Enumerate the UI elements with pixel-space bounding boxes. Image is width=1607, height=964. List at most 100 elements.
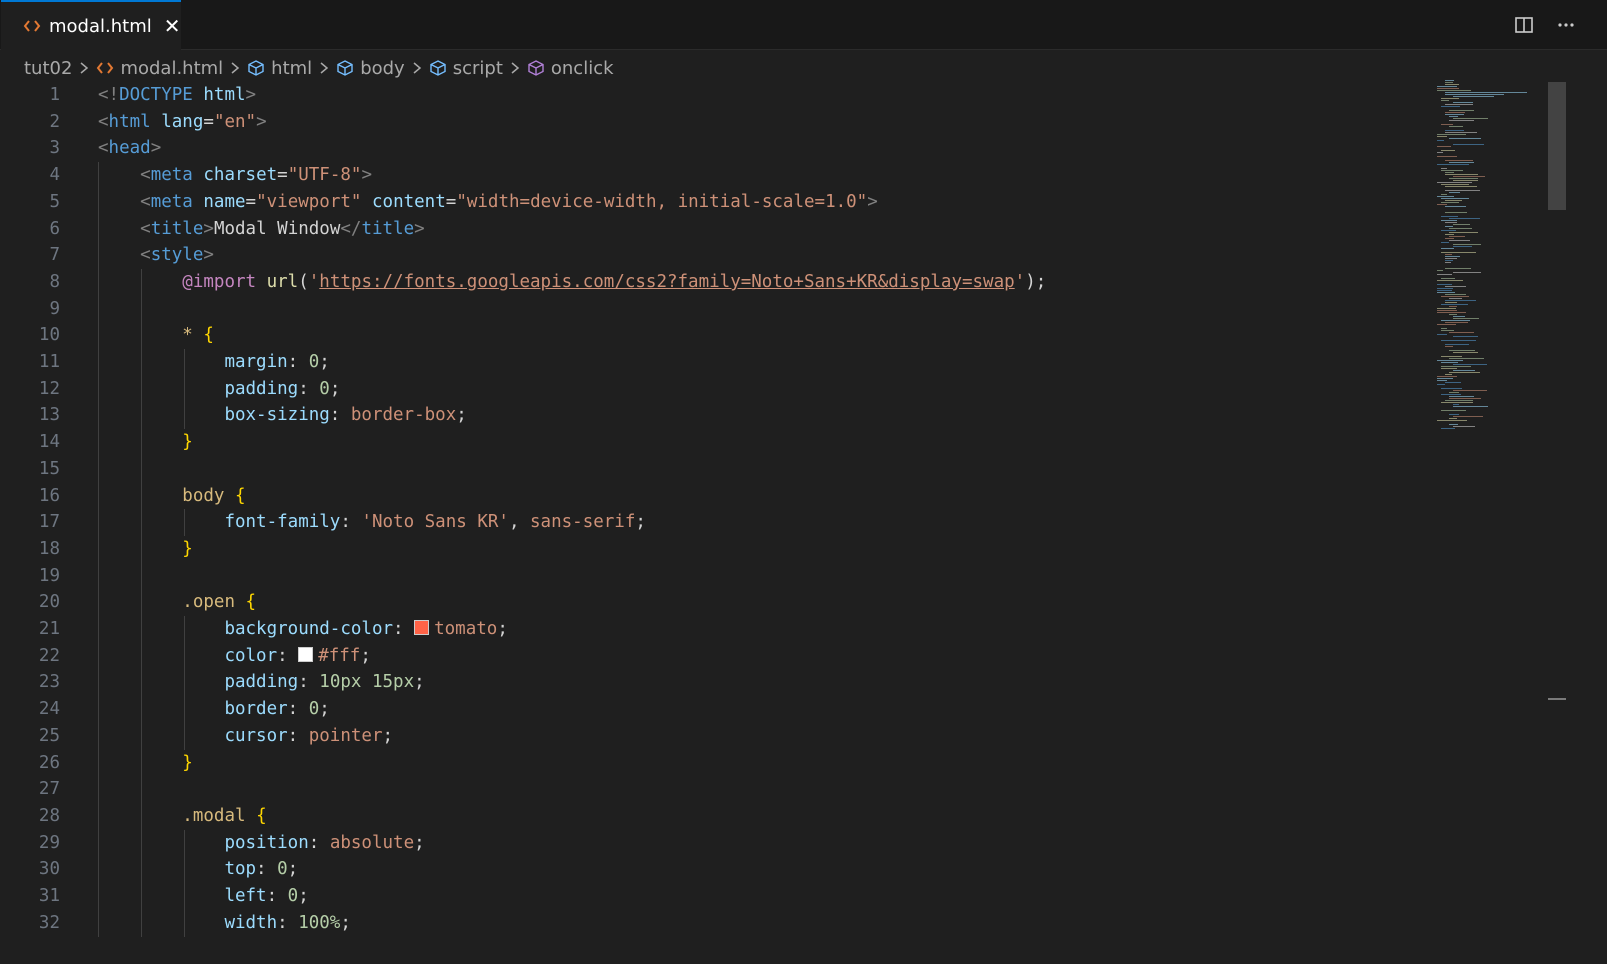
code-token: > — [203, 218, 214, 239]
tab-modal-html[interactable]: modal.html ✕ — [1, 0, 181, 50]
breadcrumb-node-script[interactable]: script — [429, 58, 503, 79]
code-line[interactable]: 21 background-color: tomato; — [0, 616, 1430, 643]
minimap[interactable] — [1437, 80, 1532, 440]
code-editor[interactable]: 1 <!DOCTYPE html> 2 <html lang="en"> 3 <head>… — [0, 82, 1430, 964]
code-token: @import — [182, 271, 267, 292]
breadcrumb-node-html[interactable]: html — [247, 58, 312, 79]
code-token: = — [277, 165, 288, 186]
code-token: : — [340, 512, 362, 533]
code-token: meta — [150, 191, 204, 212]
code-line[interactable]: 29 position: absolute; — [0, 829, 1430, 857]
code-token: } — [182, 752, 193, 773]
line-number: 7 — [49, 245, 60, 266]
split-editor-icon[interactable] — [1513, 14, 1535, 36]
minimap-line — [1437, 90, 1471, 91]
code-token: title — [150, 218, 204, 239]
minimap-line — [1445, 226, 1453, 227]
minimap-line — [1441, 124, 1453, 125]
minimap-line — [1445, 346, 1453, 347]
indent-guide — [141, 295, 142, 323]
code-token: 0 — [319, 378, 330, 399]
code-token: < — [140, 191, 151, 212]
minimap-line — [1449, 162, 1474, 163]
more-actions-icon[interactable] — [1555, 14, 1577, 36]
code-token: .modal — [182, 805, 257, 826]
minimap-line — [1445, 300, 1476, 301]
code-token: > — [867, 191, 878, 212]
code-token: ; — [319, 699, 330, 720]
code-line[interactable]: 26 } — [0, 749, 1430, 777]
minimap-line — [1441, 184, 1469, 185]
code-line[interactable]: 22 color: #fff; — [0, 642, 1430, 670]
breadcrumb-node-label: script — [452, 57, 503, 79]
code-line[interactable]: 6 <title>Modal Window</title> — [0, 215, 1430, 243]
code-line[interactable]: 11 margin: 0; — [0, 349, 1430, 376]
breadcrumb-node-onclick[interactable]: onclick — [527, 58, 614, 79]
code-line[interactable]: 31 left: 0; — [0, 883, 1430, 910]
vertical-scrollbar[interactable] — [1546, 80, 1566, 964]
color-swatch-icon[interactable] — [298, 646, 314, 662]
code-line[interactable]: 32 width: 100%; — [0, 909, 1430, 937]
minimap-line — [1441, 330, 1454, 331]
code-line[interactable]: 19 — [0, 562, 1430, 590]
close-icon[interactable]: ✕ — [164, 16, 181, 36]
code-line[interactable]: 18 } — [0, 535, 1430, 563]
code-line[interactable]: 23 padding: 10px 15px; — [0, 669, 1430, 697]
code-line[interactable]: 10 * { — [0, 322, 1430, 350]
code-line[interactable]: 30 top: 0; — [0, 856, 1430, 884]
minimap-line — [1437, 156, 1457, 157]
breadcrumb-node-body[interactable]: body — [336, 58, 405, 79]
line-number: 27 — [38, 779, 60, 800]
code-line[interactable]: 14 } — [0, 429, 1430, 457]
minimap-line — [1441, 328, 1447, 329]
code-text: background-color: tomato; — [98, 616, 507, 643]
minimap-line — [1453, 370, 1475, 371]
code-line[interactable]: 4 <meta charset="UTF-8"> — [0, 162, 1430, 190]
code-line[interactable]: 7 <style> — [0, 242, 1430, 270]
code-line[interactable]: 28 .modal { — [0, 802, 1430, 830]
scrollbar-thumb[interactable] — [1548, 82, 1566, 210]
code-line[interactable]: 16 body { — [0, 482, 1430, 510]
code-token: ; — [635, 512, 646, 533]
minimap-line — [1437, 420, 1467, 421]
line-number: 28 — [38, 805, 60, 826]
minimap-line — [1449, 236, 1465, 237]
minimap-line — [1445, 112, 1465, 113]
code-line[interactable]: 27 — [0, 776, 1430, 804]
line-number: 26 — [38, 752, 60, 773]
breadcrumb-file[interactable]: modal.html — [96, 58, 223, 79]
code-token: : — [256, 859, 278, 880]
code-line[interactable]: 1 <!DOCTYPE html> — [0, 82, 1430, 109]
code-token: : — [298, 378, 320, 399]
code-line[interactable]: 2 <html lang="en"> — [0, 109, 1430, 136]
breadcrumb-folder[interactable]: tut02 — [24, 58, 72, 79]
minimap-line — [1441, 168, 1447, 169]
code-line[interactable]: 13 box-sizing: border-box; — [0, 402, 1430, 430]
code-token: meta — [150, 165, 204, 186]
code-line[interactable]: 24 border: 0; — [0, 696, 1430, 724]
code-line[interactable]: 9 — [0, 295, 1430, 323]
code-line[interactable]: 20 .open { — [0, 589, 1430, 617]
minimap-line — [1441, 216, 1458, 217]
code-line[interactable]: 15 — [0, 455, 1430, 483]
color-swatch-icon[interactable] — [414, 620, 430, 635]
code-line[interactable]: 3 <head> — [0, 135, 1430, 162]
code-line[interactable]: 8 @import url('https://fonts.googleapis.… — [0, 268, 1430, 296]
code-line[interactable]: 25 cursor: pointer; — [0, 722, 1430, 750]
minimap-line — [1437, 334, 1447, 335]
code-line[interactable]: 12 padding: 0; — [0, 375, 1430, 403]
minimap-line — [1445, 302, 1457, 303]
code-line[interactable]: 17 font-family: 'Noto Sans KR', sans-ser… — [0, 509, 1430, 537]
code-token: lang — [161, 111, 204, 132]
minimap-line — [1437, 88, 1459, 89]
code-line[interactable]: 5 <meta name="viewport" content="width=d… — [0, 188, 1430, 216]
line-number: 19 — [38, 565, 60, 586]
code-token: name — [203, 191, 246, 212]
code-token: ( — [298, 271, 309, 292]
minimap-line — [1445, 258, 1457, 259]
minimap-line — [1437, 324, 1456, 325]
